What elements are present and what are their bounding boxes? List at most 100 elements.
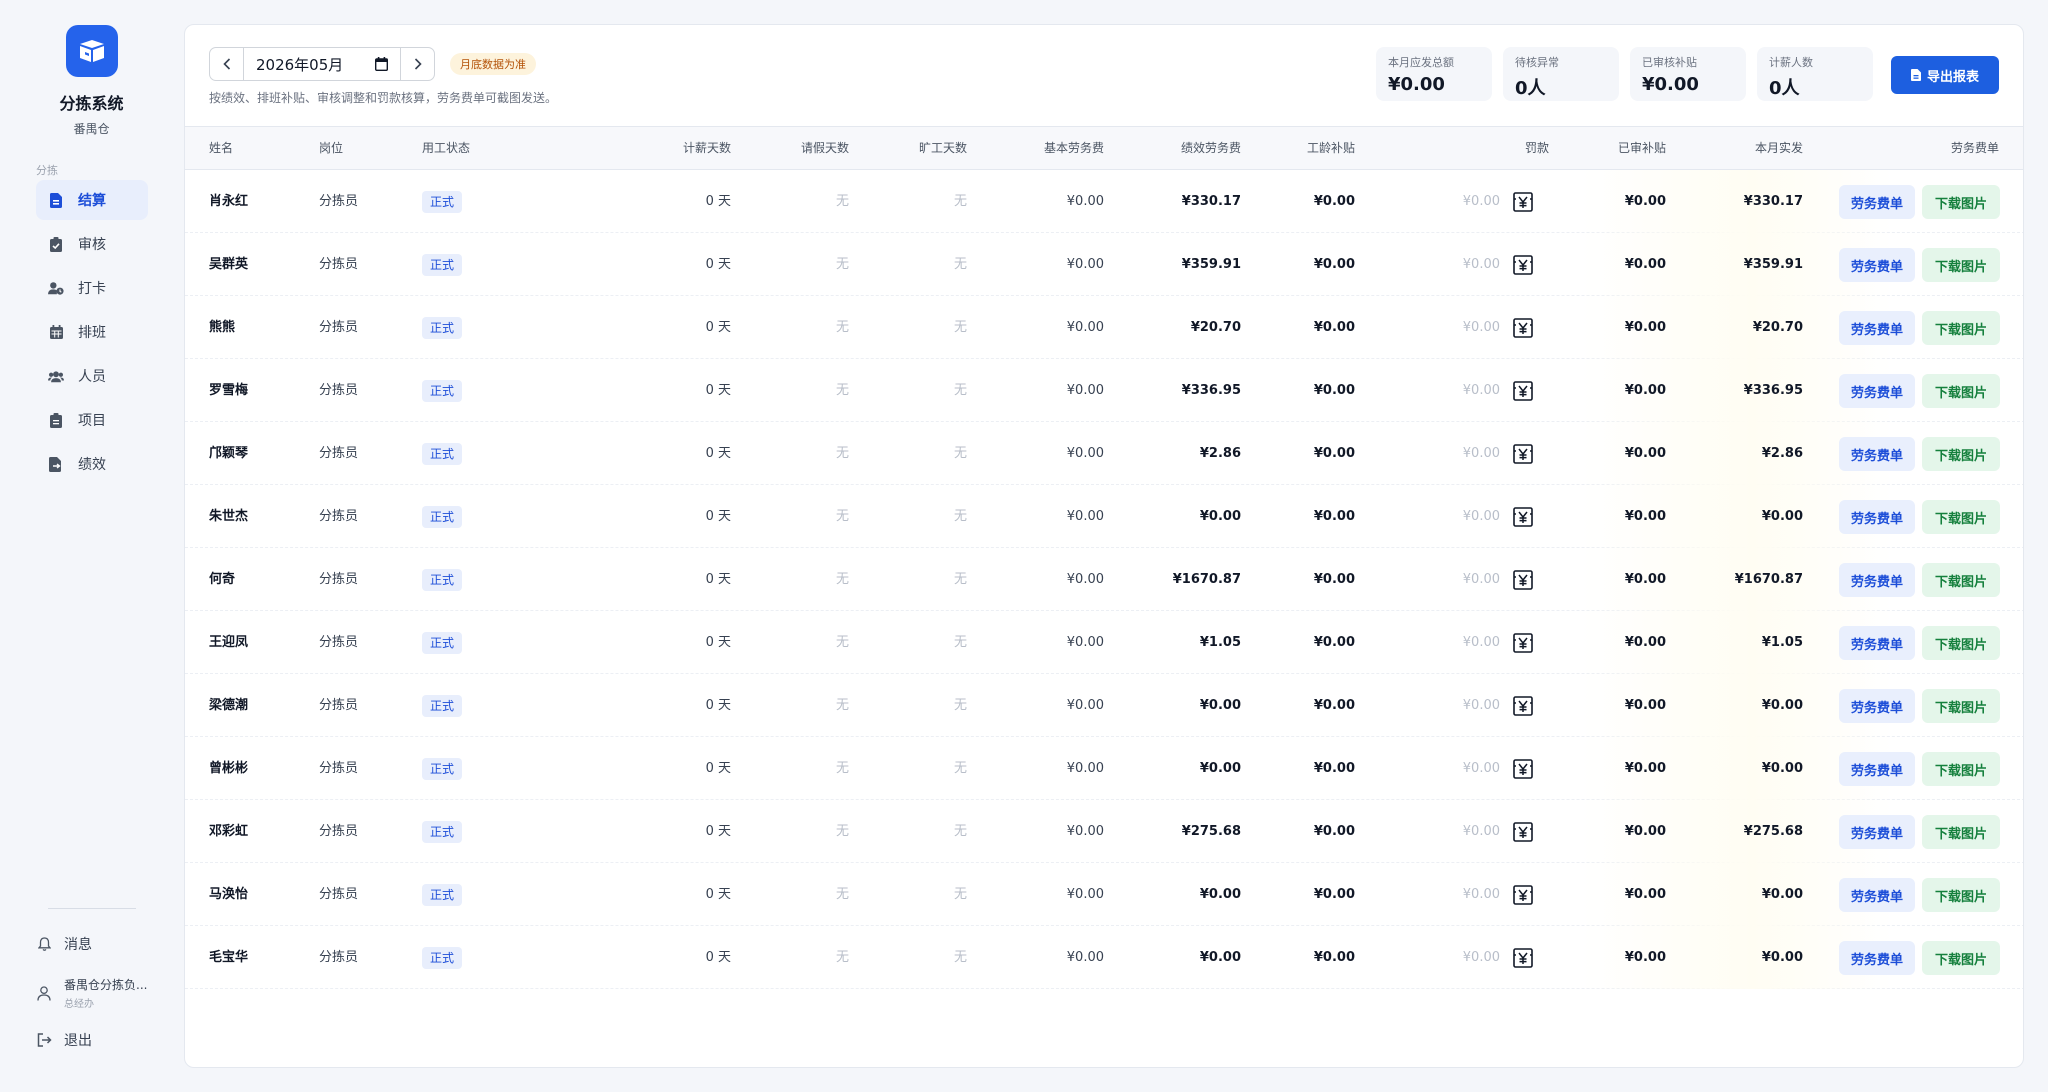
cell-leave-days: 无 (835, 761, 849, 776)
fee-bill-button[interactable]: 劳务费单 (1839, 374, 1915, 408)
cell-actual-pay: ¥2.86 (1761, 446, 1803, 461)
download-image-button[interactable]: 下载图片 (1922, 311, 2000, 345)
column-header-approved-subsidy: 已审补贴 (1617, 141, 1666, 155)
download-image-button[interactable]: 下载图片 (1922, 626, 2000, 660)
fine-edit-icon[interactable] (1513, 192, 1533, 212)
sidebar-item-label: 人员 (78, 369, 106, 385)
fine-edit-icon[interactable] (1513, 633, 1533, 653)
fine-edit-icon[interactable] (1513, 570, 1533, 590)
sidebar-item-schedule[interactable]: 排班 (36, 312, 148, 352)
cell-pay-days: 0 天 (705, 635, 731, 650)
cell-pay-days: 0 天 (705, 320, 731, 335)
fine-edit-icon[interactable] (1513, 318, 1533, 338)
fine-edit-icon[interactable] (1513, 759, 1533, 779)
month-input[interactable]: 2026年05月 (244, 48, 400, 80)
sidebar-item-settlement[interactable]: 结算 (36, 180, 148, 220)
fine-edit-icon[interactable] (1513, 507, 1533, 527)
download-image-button[interactable]: 下载图片 (1922, 374, 2000, 408)
fee-bill-button[interactable]: 劳务费单 (1839, 248, 1915, 282)
cell-name: 熊熊 (209, 320, 236, 335)
cell-base-fee: ¥0.00 (1066, 698, 1104, 713)
calendar-icon (48, 324, 64, 340)
settlement-panel: 2026年05月 月底数据为准 按绩效、排班补贴、审核调整和罚款核算，劳务费单可… (184, 24, 2024, 1068)
cell-seniority-subsidy: ¥0.00 (1313, 320, 1355, 335)
sidebar-item-projects[interactable]: 项目 (36, 400, 148, 440)
download-image-button[interactable]: 下载图片 (1922, 941, 2000, 975)
export-label: 导出报表 (1926, 69, 1979, 85)
cell-pay-days: 0 天 (705, 509, 731, 524)
cell-fine: ¥0.00 (1462, 698, 1500, 713)
fee-bill-button[interactable]: 劳务费单 (1839, 941, 1915, 975)
cell-fine: ¥0.00 (1462, 887, 1500, 902)
messages-link[interactable]: 消息 (36, 934, 92, 954)
cell-position: 分拣员 (319, 446, 359, 461)
logout-button[interactable]: 退出 (36, 1030, 92, 1050)
cell-actual-pay: ¥20.70 (1752, 320, 1803, 335)
download-image-button[interactable]: 下载图片 (1922, 185, 2000, 219)
download-image-button[interactable]: 下载图片 (1922, 437, 2000, 471)
sidebar-item-performance[interactable]: 绩效 (36, 444, 148, 484)
download-image-button[interactable]: 下载图片 (1922, 878, 2000, 912)
cell-actual-pay: ¥330.17 (1743, 194, 1803, 209)
fine-edit-icon[interactable] (1513, 444, 1533, 464)
fine-edit-icon[interactable] (1513, 948, 1533, 968)
sidebar-item-clock-in[interactable]: 打卡 (36, 268, 148, 308)
fee-bill-button[interactable]: 劳务费单 (1839, 878, 1915, 912)
cell-name: 何奇 (209, 572, 236, 587)
prev-month-button[interactable] (210, 48, 244, 80)
status-badge: 正式 (422, 317, 463, 339)
cell-actual-pay: ¥1670.87 (1734, 572, 1803, 587)
app-logo (66, 25, 118, 77)
next-month-button[interactable] (400, 48, 434, 80)
sidebar-item-staff[interactable]: 人员 (36, 356, 148, 396)
download-image-button[interactable]: 下载图片 (1922, 752, 2000, 786)
status-badge: 正式 (422, 947, 463, 969)
cell-leave-days: 无 (835, 194, 849, 209)
cell-actual-pay: ¥275.68 (1743, 824, 1803, 839)
cell-fine: ¥0.00 (1462, 950, 1500, 965)
download-image-button[interactable]: 下载图片 (1922, 815, 2000, 849)
cell-pay-days: 0 天 (705, 824, 731, 839)
fine-edit-icon[interactable] (1513, 255, 1533, 275)
status-badge: 正式 (422, 443, 463, 465)
fine-edit-icon[interactable] (1513, 696, 1533, 716)
cell-fine: ¥0.00 (1462, 257, 1500, 272)
fee-bill-button[interactable]: 劳务费单 (1839, 437, 1915, 471)
calendar-icon[interactable] (374, 57, 389, 75)
download-image-button[interactable]: 下载图片 (1922, 248, 2000, 282)
column-header-base-fee: 基本劳务费 (1043, 141, 1104, 155)
cell-actual-pay: ¥0.00 (1761, 887, 1803, 902)
download-image-button[interactable]: 下载图片 (1922, 563, 2000, 597)
fee-bill-button[interactable]: 劳务费单 (1839, 500, 1915, 534)
download-image-button[interactable]: 下载图片 (1922, 689, 2000, 723)
fee-bill-button[interactable]: 劳务费单 (1839, 626, 1915, 660)
cell-position: 分拣员 (319, 698, 359, 713)
user-profile[interactable]: 番禺仓分拣负... 总经办 (36, 976, 147, 1010)
user-clock-icon (48, 280, 64, 296)
cell-performance-fee: ¥2.86 (1199, 446, 1241, 461)
cell-pay-days: 0 天 (705, 194, 731, 209)
fee-bill-button[interactable]: 劳务费单 (1839, 689, 1915, 723)
column-header-status: 用工状态 (422, 141, 471, 155)
cell-fine: ¥0.00 (1462, 509, 1500, 524)
cell-approved-subsidy: ¥0.00 (1624, 257, 1666, 272)
fee-bill-button[interactable]: 劳务费单 (1839, 563, 1915, 597)
user-name: 番禺仓分拣负... (64, 978, 148, 992)
download-image-button[interactable]: 下载图片 (1922, 500, 2000, 534)
sidebar-item-review[interactable]: 审核 (36, 224, 148, 264)
cell-performance-fee: ¥20.70 (1190, 320, 1241, 335)
cell-seniority-subsidy: ¥0.00 (1313, 824, 1355, 839)
fee-bill-button[interactable]: 劳务费单 (1839, 752, 1915, 786)
fee-bill-button[interactable]: 劳务费单 (1839, 185, 1915, 219)
table-row: 肖永红 分拣员 正式 0 天 无 无 ¥0.00 ¥330.17 ¥0.00 ¥0.00 ¥0.00… (185, 170, 2023, 233)
fee-bill-button[interactable]: 劳务费单 (1839, 311, 1915, 345)
file-invoice-icon (48, 192, 64, 208)
table-row: 毛宝华 分拣员 正式 0 天 无 无 ¥0.00 ¥0.00 ¥0.00 ¥0.00 ¥0.00 ¥0… (185, 926, 2023, 989)
fee-bill-button[interactable]: 劳务费单 (1839, 815, 1915, 849)
fine-edit-icon[interactable] (1513, 885, 1533, 905)
fine-edit-icon[interactable] (1513, 822, 1533, 842)
export-report-button[interactable]: 导出报表 (1891, 56, 1999, 94)
stat-value: ¥0.00 (1642, 74, 1699, 95)
fine-edit-icon[interactable] (1513, 381, 1533, 401)
cell-position: 分拣员 (319, 572, 359, 587)
